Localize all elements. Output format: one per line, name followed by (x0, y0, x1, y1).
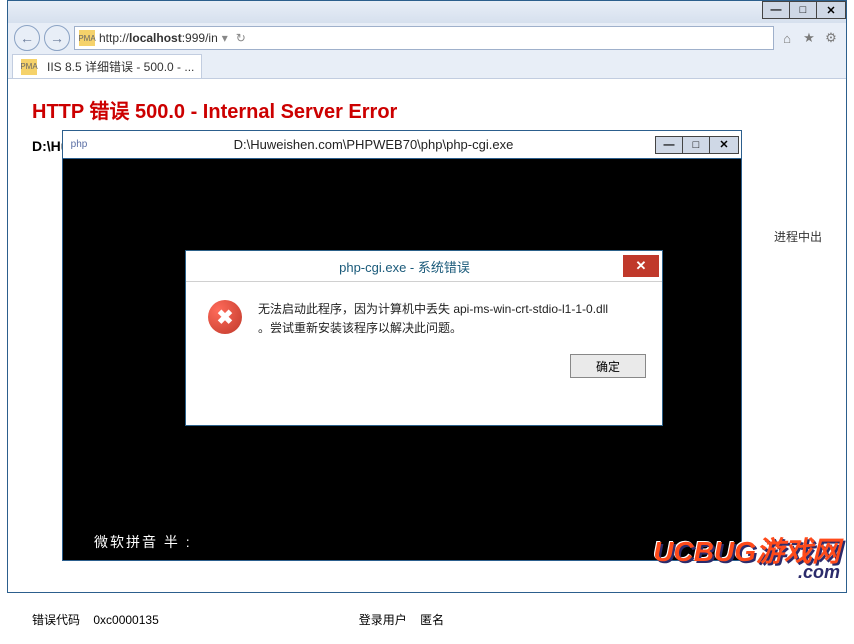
address-input[interactable]: PMA http:// localhost :999/in ▾ ↻ (74, 26, 774, 50)
console-title: D:\Huweishen.com\PHPWEB70\php\php-cgi.ex… (91, 137, 656, 152)
dialog-msg-line1: 无法启动此程序，因为计算机中丢失 api-ms-win-crt-stdio-l1… (258, 302, 608, 316)
tab-title: IIS 8.5 详细错误 - 500.0 - ... (47, 58, 194, 75)
addr-dropdown-icon[interactable]: ▾ (222, 31, 228, 45)
browser-titlebar: — □ ✕ (8, 1, 846, 23)
forward-button[interactable]: → (44, 25, 70, 51)
dialog-close-button[interactable]: ✕ (623, 255, 659, 277)
dialog-body: ✖ 无法启动此程序，因为计算机中丢失 api-ms-win-crt-stdio-… (186, 281, 662, 348)
error-code-label: 错误代码 (32, 611, 80, 628)
url-host: localhost (129, 31, 182, 45)
ime-status-text: 微软拼音 半 : (94, 532, 192, 552)
console-window-controls: — □ ✕ (656, 136, 739, 154)
dialog-footer: 确定 (186, 348, 662, 390)
dialog-title: php-cgi.exe - 系统错误 (186, 257, 623, 276)
login-user-label: 登录用户 (359, 611, 407, 628)
console-titlebar[interactable]: php D:\Huweishen.com\PHPWEB70\php\php-cg… (63, 131, 741, 159)
home-icon[interactable]: ⌂ (778, 31, 796, 46)
error-icon: ✖ (208, 300, 242, 334)
url-scheme: http:// (99, 31, 129, 45)
back-button[interactable]: ← (14, 25, 40, 51)
error-heading: HTTP 错误 500.0 - Internal Server Error (32, 95, 822, 124)
address-bar-row: ← → PMA http:// localhost :999/in ▾ ↻ ⌂ … (8, 23, 846, 53)
console-maximize-button[interactable]: □ (682, 136, 710, 154)
close-button[interactable]: ✕ (816, 1, 846, 19)
error-details-row: 错误代码 0xc0000135 登录用户 匿名 (32, 611, 822, 628)
console-close-button[interactable]: ✕ (709, 136, 739, 154)
window-controls: — □ ✕ (763, 1, 846, 19)
tab-favicon-icon: PMA (21, 59, 37, 75)
browser-tab[interactable]: PMA IIS 8.5 详细错误 - 500.0 - ... ✕ (12, 54, 202, 78)
pma-favicon-icon: PMA (79, 30, 95, 46)
tabs-row: PMA IIS 8.5 详细错误 - 500.0 - ... ✕ (8, 53, 846, 79)
console-minimize-button[interactable]: — (655, 136, 683, 154)
dialog-message: 无法启动此程序，因为计算机中丢失 api-ms-win-crt-stdio-l1… (258, 300, 608, 338)
settings-icon[interactable]: ⚙ (822, 30, 840, 46)
dialog-titlebar[interactable]: php-cgi.exe - 系统错误 ✕ (186, 251, 662, 281)
refresh-icon[interactable]: ↻ (236, 31, 246, 45)
minimize-button[interactable]: — (762, 1, 790, 19)
dialog-msg-line2: 。尝试重新安装该程序以解决此问题。 (258, 321, 462, 335)
maximize-button[interactable]: □ (789, 1, 817, 19)
url-rest: :999/in (182, 31, 218, 45)
error-code-value: 0xc0000135 (93, 613, 158, 627)
ok-button[interactable]: 确定 (570, 354, 646, 378)
favorites-icon[interactable]: ★ (800, 30, 818, 46)
php-app-icon: php (67, 135, 91, 155)
login-user-value: 匿名 (420, 611, 444, 628)
system-error-dialog: php-cgi.exe - 系统错误 ✕ ✖ 无法启动此程序，因为计算机中丢失 … (185, 250, 663, 426)
